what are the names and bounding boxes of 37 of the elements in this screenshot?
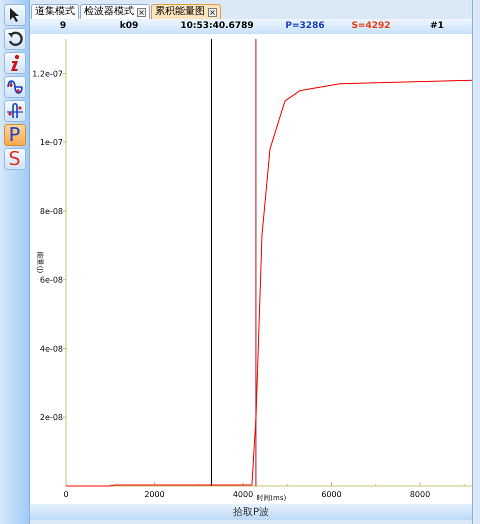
info-value: S=4292	[350, 20, 392, 33]
close-icon[interactable]	[137, 8, 146, 16]
x-tick-label: 8000	[410, 490, 430, 499]
y-tick-label: 1.2e-07	[32, 69, 63, 78]
wave-icon	[6, 78, 24, 96]
info-value: k09	[118, 20, 140, 33]
pointer-icon	[8, 7, 20, 23]
tool-button[interactable]	[4, 100, 26, 122]
info-value: P=3286	[284, 20, 326, 33]
tab[interactable]: 检波器模式	[80, 4, 150, 19]
y-tick-label: 6e-08	[40, 276, 63, 285]
info-icon	[8, 54, 20, 72]
tab-label: 检波器模式	[84, 7, 134, 17]
tool-button[interactable]	[4, 76, 26, 98]
tool-button[interactable]	[4, 4, 26, 26]
info-value: #1	[429, 20, 445, 33]
y-tick-label: 4e-08	[40, 344, 63, 354]
x-tick-label: 0	[63, 490, 69, 499]
status-text: 拾取P波	[232, 506, 270, 520]
x-tick-label: 2000	[144, 490, 165, 499]
tool-button[interactable]: P	[4, 124, 26, 146]
y-tick-label: 8e-08	[40, 206, 63, 216]
wave-icon	[6, 102, 24, 120]
tab-label: 道集模式	[35, 7, 75, 17]
tab[interactable]: 道集模式	[31, 4, 79, 19]
close-icon[interactable]	[208, 8, 217, 16]
x-tick-label: 6000	[321, 490, 342, 499]
tab-label: 累积能量图	[155, 7, 205, 17]
tool-button[interactable]: S	[4, 148, 26, 170]
info-value: 9	[58, 20, 68, 33]
rotate-icon	[6, 31, 22, 47]
y-tick-label: 2e-08	[40, 413, 63, 422]
x-tick-label: 4000	[232, 490, 254, 499]
tool-button[interactable]	[4, 28, 26, 50]
tab[interactable]: 累积能量图	[151, 4, 221, 19]
y-tick-label: 1e-07	[40, 138, 63, 148]
info-value: 10:53:40.6789	[179, 20, 255, 33]
